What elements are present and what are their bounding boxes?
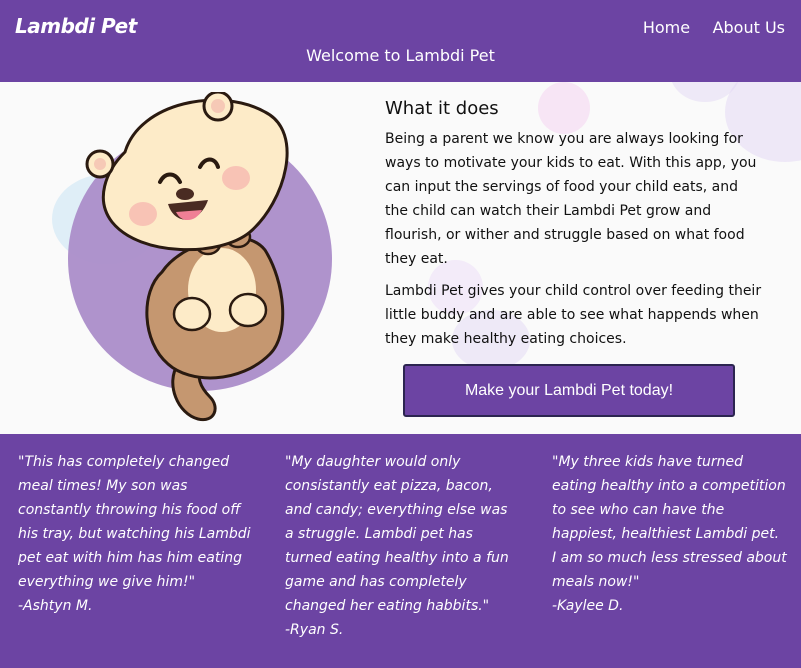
testimonial-author: -Ryan S. <box>285 622 344 638</box>
site-logo[interactable]: Lambdi Pet <box>15 14 137 38</box>
testimonial-quote: "This has completely changed meal times!… <box>18 454 251 590</box>
welcome-title: Welcome to Lambdi Pet <box>306 46 495 65</box>
testimonial: "This has completely changed meal times!… <box>18 450 253 618</box>
description-paragraph: Being a parent we know you are always lo… <box>385 131 757 267</box>
main-section: What it does Being a parent we know you … <box>0 82 801 434</box>
description-paragraph: Lambdi Pet gives your child control over… <box>385 283 762 347</box>
testimonial-quote: "My three kids have turned eating health… <box>552 454 787 590</box>
create-pet-button[interactable]: Make your Lambdi Pet today! <box>403 364 735 417</box>
nav-home-link[interactable]: Home <box>643 18 690 37</box>
section-heading: What it does <box>385 98 499 119</box>
testimonial-author: -Ashtyn M. <box>18 598 93 614</box>
description: What it does Being a parent we know you … <box>385 98 765 359</box>
nav-about-link[interactable]: About Us <box>713 18 785 37</box>
otter-mascot-illustration <box>68 92 332 422</box>
testimonial-quote: "My daughter would only consistantly eat… <box>285 454 509 614</box>
main-nav: Home About Us <box>625 18 785 38</box>
testimonial: "My three kids have turned eating health… <box>552 450 787 618</box>
site-header: Lambdi Pet Home About Us Welcome to Lamb… <box>0 0 801 82</box>
testimonial: "My daughter would only consistantly eat… <box>285 450 520 642</box>
testimonial-author: -Kaylee D. <box>552 598 624 614</box>
testimonials-section: "This has completely changed meal times!… <box>0 434 801 668</box>
